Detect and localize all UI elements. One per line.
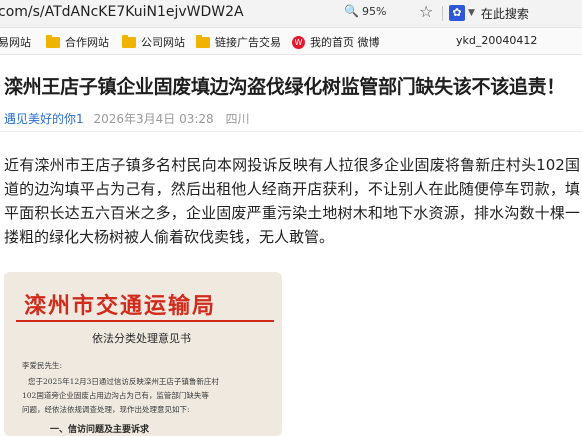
folder-icon	[122, 34, 136, 48]
browser-toolbar: com/s/ATdANcKE7KuiN1ejvWDW2A 🔍 95% ☆ ✿ ▼…	[0, 0, 582, 28]
bookmark-folder[interactable]: 链接广告交易	[196, 34, 281, 50]
document-line: 102国道旁企业固废占用边沟占为己有，监管部门缺失等	[22, 391, 209, 400]
bookmark-folder[interactable]: 合作网站	[46, 34, 109, 50]
bookmark-item[interactable]: 易网站	[0, 34, 31, 50]
document-subtitle: 依法分类处理意见书	[92, 332, 191, 345]
document-line: 您于2025年12月3日通过信访反映滦州王店子镇鲁新庄村	[28, 377, 219, 386]
document-header: 滦州市交通运输局	[24, 293, 217, 319]
divider	[0, 131, 582, 132]
baidu-paw-icon[interactable]: ✿	[449, 5, 465, 21]
author-link[interactable]: 遇见美好的你1	[4, 112, 84, 126]
location: 四川	[225, 112, 250, 126]
document-greeting: 李爱民先生:	[22, 361, 63, 370]
zoom-control[interactable]: 🔍 95%	[344, 4, 386, 18]
bookmarks-bar: 易网站 合作网站 公司网站 链接广告交易 W 我的首页 微博 ykd_20040…	[0, 28, 582, 55]
publish-date: 2026年3月4日 03:28	[93, 112, 214, 126]
favorite-star-icon[interactable]: ☆	[419, 2, 433, 21]
chevron-down-icon[interactable]: ▼	[468, 8, 475, 18]
document-red-line	[16, 320, 274, 322]
document-line: 问题，经依法依规调查处理，现作出处理意见如下:	[22, 405, 190, 414]
folder-icon	[46, 34, 60, 48]
bookmark-item[interactable]: W 我的首页 微博	[292, 34, 380, 50]
bookmark-item[interactable]: ykd_20040412	[456, 34, 537, 47]
weibo-icon: W	[292, 35, 305, 49]
toolbar-divider	[442, 6, 443, 21]
magnifier-icon: 🔍	[344, 4, 359, 18]
search-input[interactable]: 在此搜索	[481, 5, 529, 22]
article-meta: 遇见美好的你1 2026年3月4日 03:28 四川	[4, 110, 250, 127]
article-title: 滦州王店子镇企业固废填边沟盗伐绿化树监管部门缺失该不该追责！	[4, 76, 566, 98]
document-section-heading: 一、信访问题及主要诉求	[50, 425, 150, 435]
search-box[interactable]: ✿ ▼ 在此搜索	[449, 3, 582, 23]
zoom-level: 95%	[361, 4, 387, 18]
address-bar[interactable]: com/s/ATdANcKE7KuiN1ejvWDW2A	[0, 4, 244, 20]
folder-icon	[196, 34, 210, 48]
bookmark-folder[interactable]: 公司网站	[122, 34, 185, 50]
document-image[interactable]: 滦州市交通运输局 依法分类处理意见书 李爱民先生: 您于2025年12月3日通过…	[4, 272, 282, 436]
article-body: 近有滦州市王店子镇多名村民向本网投诉反映有人拉很多企业固废将鲁新庄村头102国道…	[4, 156, 580, 246]
